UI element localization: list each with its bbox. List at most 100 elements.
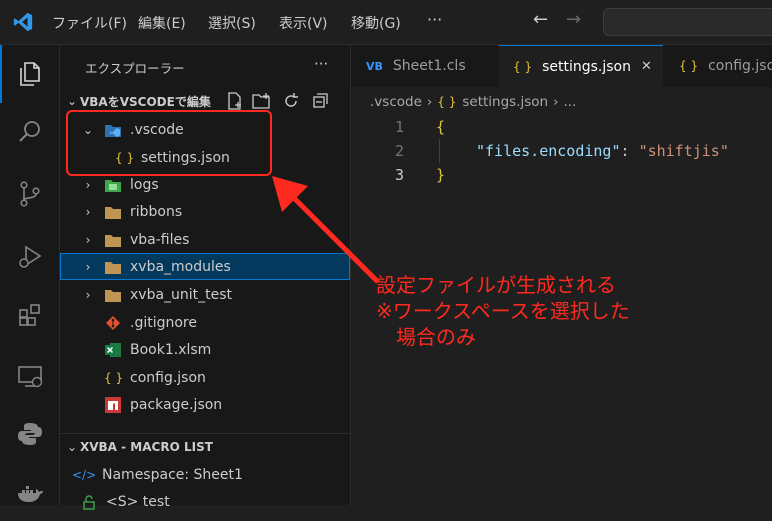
workspace-name: VBAをVSCODEで編集 [80, 94, 211, 109]
line-number: 3 [395, 166, 405, 184]
lock-icon [83, 494, 95, 510]
breadcrumb-separator: › [426, 94, 433, 110]
annotation-text: 設定ファイルが生成される ※ワークスペースを選択した 場合のみ [376, 272, 630, 350]
vscode-logo-icon [13, 12, 33, 32]
tree-item-label: ribbons [130, 203, 183, 220]
highlight-box [66, 110, 272, 176]
excel-icon [105, 342, 121, 357]
json-icon: { } [437, 95, 457, 109]
code-editor[interactable]: 1 2 3 { "files.encoding": "shiftjis" } [351, 114, 772, 194]
menu-file[interactable]: ファイル(F) [52, 13, 127, 33]
macro-namespace-item[interactable]: </> Namespace: Sheet1 [60, 461, 350, 488]
title-bar: ファイル(F) 編集(E) 選択(S) 表示(V) 移動(G) ··· ← → [0, 0, 772, 45]
remote-explorer-icon[interactable] [0, 347, 59, 405]
tree-item-gitignore[interactable]: .gitignore [60, 309, 350, 336]
vb-icon: VB [366, 59, 383, 73]
breadcrumb-file[interactable]: settings.json [462, 94, 548, 110]
chevron-right-icon: › [85, 177, 91, 192]
json-colon: : [620, 142, 639, 160]
folder-icon [105, 234, 121, 247]
json-line: "files.encoding": "shiftjis" [476, 142, 729, 160]
git-icon [106, 315, 120, 330]
tab-label: settings.json [542, 58, 631, 75]
editor-tabs: VB Sheet1.cls { } settings.json ✕ { } co… [351, 45, 772, 87]
tree-item-label: xvba_modules [130, 258, 231, 275]
refresh-icon[interactable] [282, 92, 300, 110]
collapse-all-icon[interactable] [312, 92, 330, 110]
extensions-icon[interactable] [0, 286, 59, 344]
tree-item-label: Namespace: Sheet1 [102, 466, 243, 483]
sidebar-title: エクスプローラー [85, 61, 185, 76]
folder-icon [105, 261, 121, 274]
tree-item-label: vba-files [130, 231, 190, 248]
breadcrumb-separator: › [553, 94, 559, 110]
new-file-icon[interactable] [226, 92, 244, 110]
activity-bar [0, 45, 60, 505]
tree-item-label: Book1.xlsm [130, 341, 212, 358]
tab-label: Sheet1.cls [392, 58, 466, 74]
logs-folder-icon [105, 179, 121, 192]
annotation-line: ※ワークスペースを選択した [376, 299, 630, 323]
chevron-right-icon: › [85, 232, 91, 247]
macro-list-title: XVBA - MACRO LIST [80, 440, 213, 454]
menu-selection[interactable]: 選択(S) [208, 13, 256, 33]
tab-settings-json[interactable]: { } settings.json ✕ [499, 45, 663, 87]
new-folder-icon[interactable] [252, 92, 272, 110]
back-arrow-icon[interactable]: ← [533, 9, 548, 30]
breadcrumb-folder[interactable]: .vscode [370, 94, 422, 110]
source-control-icon[interactable] [0, 165, 59, 223]
line-number: 1 [395, 118, 405, 136]
tree-item-label: config.json [130, 369, 206, 386]
tree-item-label: .gitignore [130, 314, 197, 331]
chevron-down-icon: ⌄ [66, 94, 78, 108]
explorer-icon[interactable] [0, 45, 59, 103]
annotation-line: 場合のみ [396, 325, 476, 349]
macro-list-header[interactable]: ⌄ XVBA - MACRO LIST [60, 435, 350, 459]
breadcrumb: .vscode › { } settings.json › ... [370, 93, 576, 111]
json-icon: { } [513, 59, 533, 74]
tree-item-label: xvba_unit_test [130, 286, 233, 303]
python-icon[interactable] [0, 405, 59, 463]
macro-sub-item[interactable]: <S> test [60, 488, 350, 515]
line-number: 2 [395, 142, 405, 160]
tab-sheet1-cls[interactable]: VB Sheet1.cls [351, 45, 500, 87]
tree-item-label: package.json [130, 396, 223, 413]
run-debug-icon[interactable] [0, 227, 59, 285]
annotation-arrow-icon [272, 176, 380, 284]
section-divider [60, 433, 350, 434]
json-string: "shiftjis" [638, 142, 729, 160]
chevron-right-icon: › [85, 204, 91, 219]
menu-more-button[interactable]: ··· [427, 10, 442, 29]
chevron-right-icon: › [85, 259, 91, 274]
tab-config-json[interactable]: { } config.json [663, 45, 772, 87]
tree-item-package-json[interactable]: package.json [60, 391, 350, 418]
tab-label: config.json [708, 58, 772, 74]
menu-view[interactable]: 表示(V) [279, 13, 328, 33]
chevron-right-icon: › [85, 287, 91, 302]
menu-edit[interactable]: 編集(E) [138, 13, 186, 33]
sidebar-more-button[interactable]: ··· [314, 55, 328, 73]
json-brace: } [436, 166, 446, 184]
close-icon[interactable]: ✕ [641, 59, 652, 74]
json-icon: { } [679, 59, 699, 73]
json-icon: { } [104, 370, 124, 385]
folder-icon [105, 206, 121, 219]
menu-go[interactable]: 移動(G) [351, 13, 401, 33]
search-icon[interactable] [0, 103, 59, 161]
docker-icon[interactable] [0, 463, 59, 521]
tree-item-label: <S> test [106, 493, 170, 510]
indent-guide [439, 139, 440, 163]
json-key: "files.encoding" [476, 142, 621, 160]
command-center-search[interactable] [603, 8, 772, 36]
tree-item-label: logs [130, 176, 159, 193]
json-brace: { [436, 118, 446, 136]
tree-item-book1-xlsm[interactable]: Book1.xlsm [60, 336, 350, 363]
npm-icon [105, 396, 121, 413]
forward-arrow-icon[interactable]: → [566, 9, 581, 30]
breadcrumb-more[interactable]: ... [564, 94, 577, 110]
chevron-down-icon: ⌄ [66, 440, 78, 454]
annotation-line: 設定ファイルが生成される [376, 273, 616, 297]
code-icon: </> [72, 467, 97, 482]
folder-icon [105, 289, 121, 302]
tree-item-config-json[interactable]: { } config.json [60, 364, 350, 391]
